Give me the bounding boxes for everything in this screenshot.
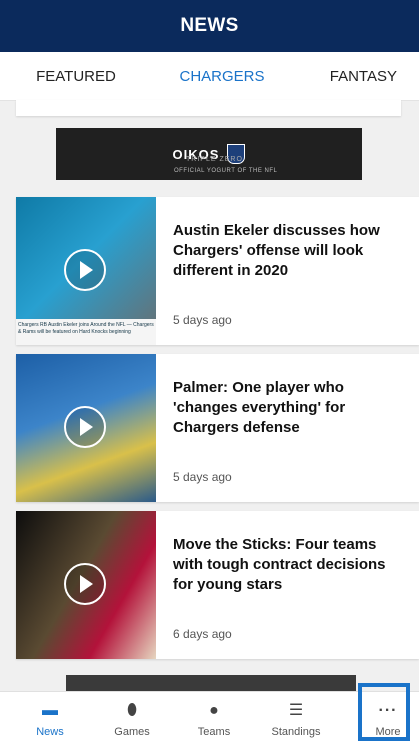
article-thumbnail xyxy=(16,511,156,659)
nav-standings[interactable]: ☰ Standings xyxy=(254,692,338,747)
article-card[interactable]: Chargers RB Austin Ekeler joins Around t… xyxy=(16,197,419,345)
article-time: 6 days ago xyxy=(173,627,232,641)
article-card[interactable]: Move the Sticks: Four teams with tough c… xyxy=(16,511,419,659)
nav-news-label: News xyxy=(36,726,64,738)
ad-banner[interactable]: OIKOS TRIPLE ZERO OFFICIAL YOGURT OF THE… xyxy=(56,128,362,180)
article-time: 5 days ago xyxy=(173,470,232,484)
thumbnail-caption: Chargers RB Austin Ekeler joins Around t… xyxy=(16,319,156,345)
football-icon: ⬮ xyxy=(126,702,138,719)
article-headline[interactable]: Palmer: One player who 'changes everythi… xyxy=(173,378,405,438)
nav-news[interactable]: ▬ News xyxy=(8,692,92,747)
list-icon: ☰ xyxy=(288,702,304,719)
ad-tagline: OFFICIAL YOGURT OF THE NFL xyxy=(174,168,278,174)
article-thumbnail: Chargers RB Austin Ekeler joins Around t… xyxy=(16,197,156,345)
nav-games-label: Games xyxy=(114,726,150,738)
play-icon[interactable] xyxy=(64,406,106,448)
article-card[interactable]: Palmer: One player who 'changes everythi… xyxy=(16,354,419,502)
tab-featured[interactable]: FEATURED xyxy=(0,52,152,100)
more-highlight-box xyxy=(358,683,410,741)
article-headline[interactable]: Move the Sticks: Four teams with tough c… xyxy=(173,535,405,595)
nav-standings-label: Standings xyxy=(271,726,321,738)
nav-teams-label: Teams xyxy=(197,726,231,738)
play-icon[interactable] xyxy=(64,563,106,605)
article-headline[interactable]: Austin Ekeler discusses how Chargers' of… xyxy=(173,221,405,281)
article-time: 5 days ago xyxy=(173,313,232,327)
news-icon: ▬ xyxy=(42,702,58,719)
play-icon[interactable] xyxy=(64,249,106,291)
nav-games[interactable]: ⬮ Games xyxy=(90,692,174,747)
tab-fantasy[interactable]: FANTASY xyxy=(292,52,419,100)
next-ad-edge xyxy=(66,675,356,691)
news-tabs: FEATURED CHARGERS FANTASY xyxy=(0,52,419,152)
bottom-tab-bar: ▬ News ⬮ Games ● Teams ☰ Standings ··· M… xyxy=(0,691,419,747)
article-thumbnail xyxy=(16,354,156,502)
page-title: NEWS xyxy=(180,15,239,36)
ad-subtitle: TRIPLE ZERO xyxy=(186,156,243,163)
app-header: NEWS xyxy=(0,0,419,52)
helmet-icon: ● xyxy=(209,702,219,719)
nav-teams[interactable]: ● Teams xyxy=(172,692,256,747)
previous-card-edge xyxy=(16,100,401,116)
tab-chargers[interactable]: CHARGERS xyxy=(152,52,292,100)
